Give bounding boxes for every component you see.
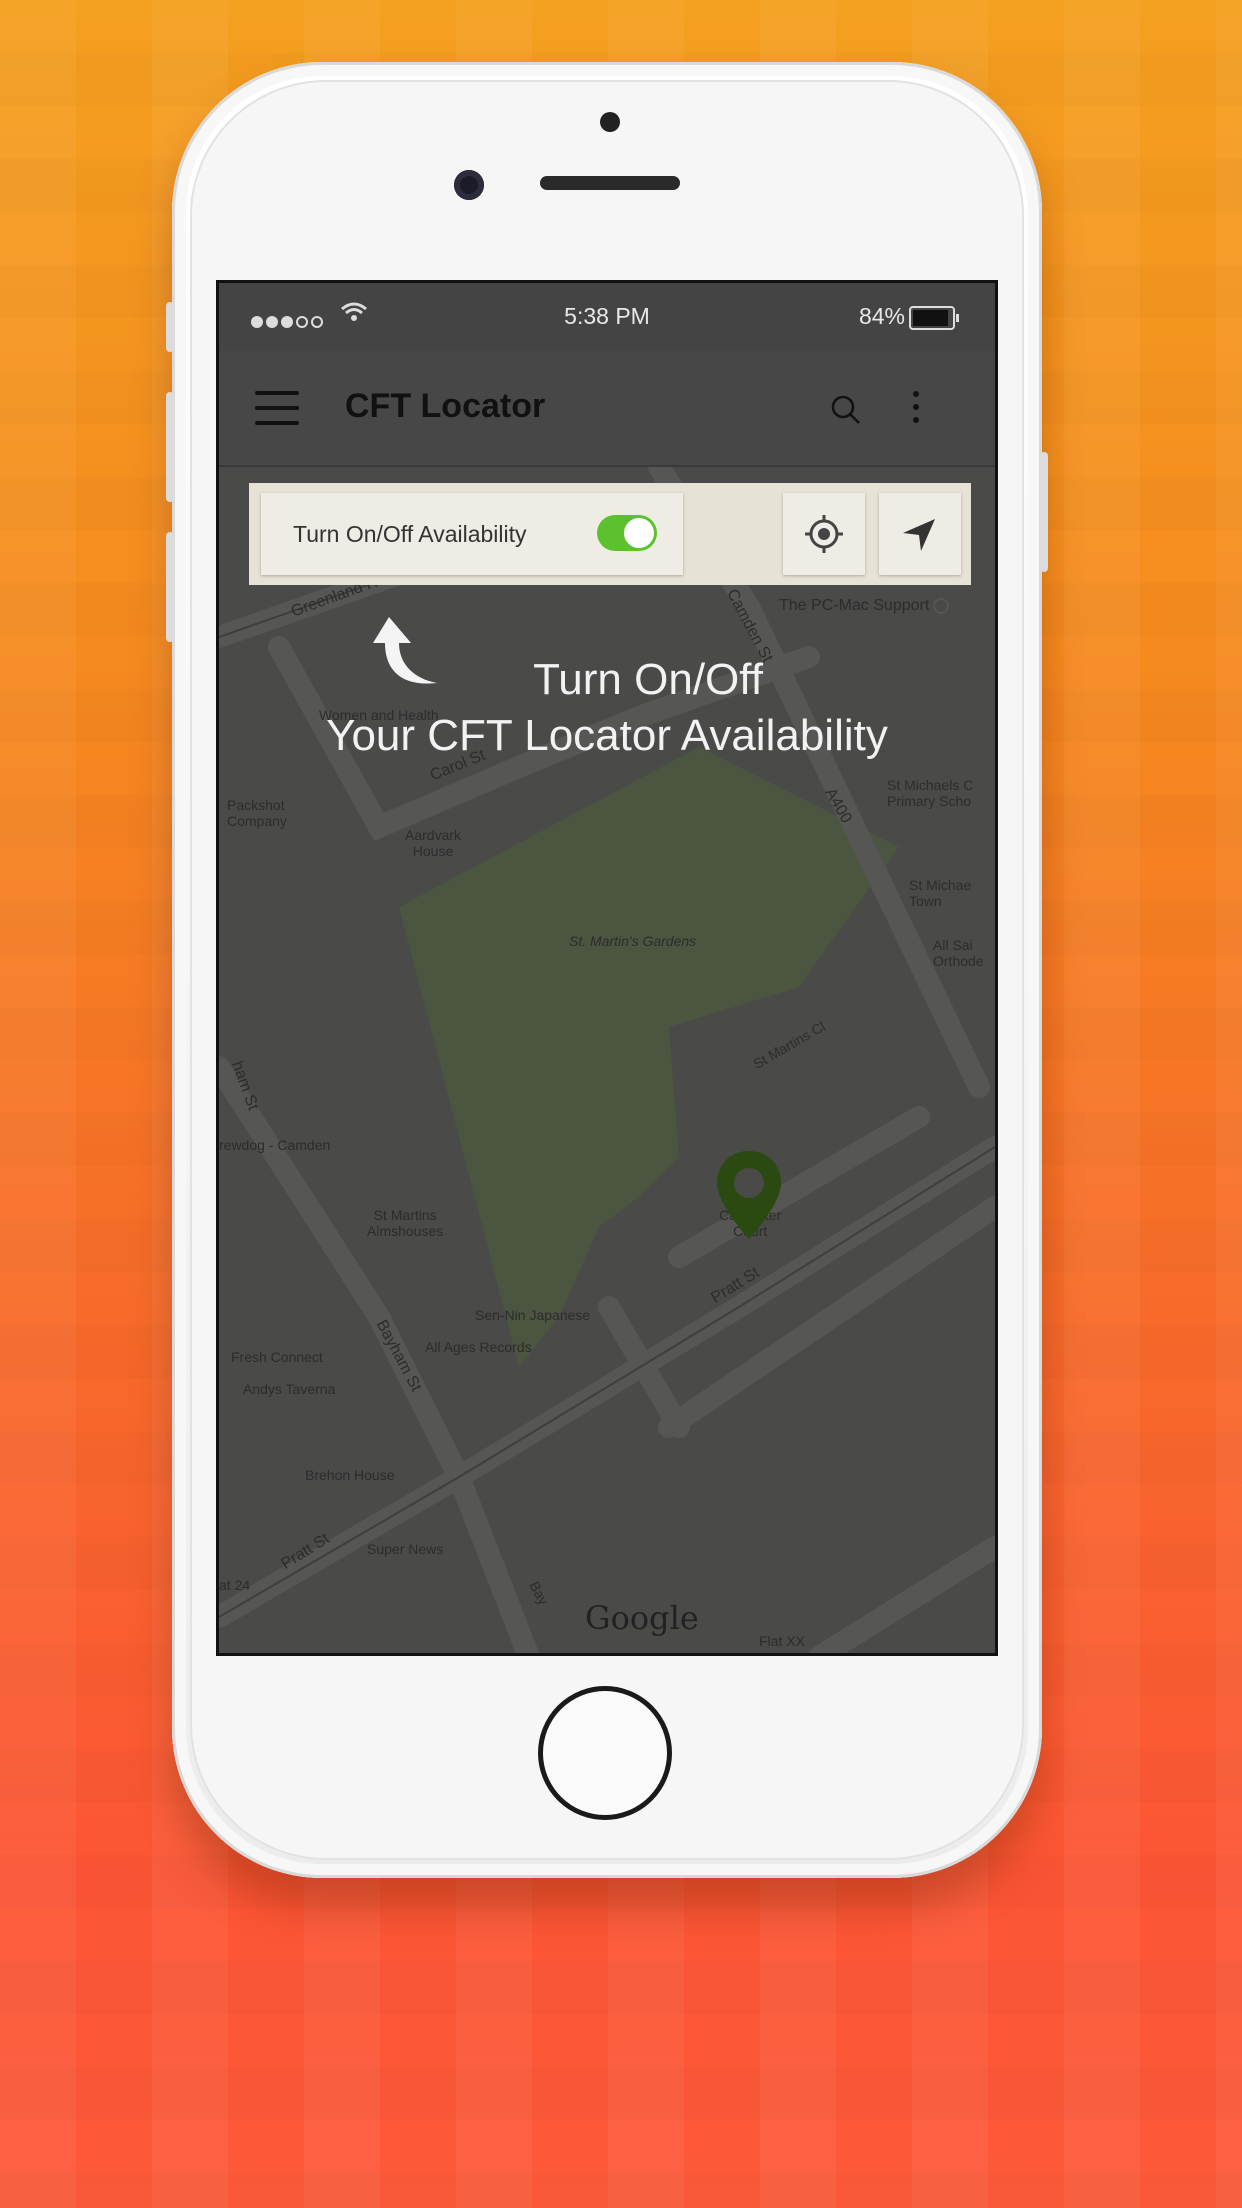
power-button xyxy=(1040,452,1048,572)
map-label-brewdog: rewdog - Camden xyxy=(219,1137,331,1153)
map-label-super-news: Super News xyxy=(367,1541,444,1557)
park-area xyxy=(399,747,899,1367)
navigation-arrow-icon xyxy=(903,519,935,551)
pc-mac-text: The PC-Mac Support xyxy=(779,597,930,614)
volume-up-button xyxy=(166,392,174,502)
battery-percent: 84% xyxy=(858,303,905,329)
proximity-sensor xyxy=(600,112,620,132)
availability-toggle[interactable] xyxy=(597,515,657,551)
google-logo: Google xyxy=(585,1599,699,1637)
shop-poi-icon xyxy=(933,597,950,614)
front-camera xyxy=(454,170,484,200)
map-label-sen-nin: Sen-Nin Japanese xyxy=(475,1307,591,1323)
navigate-button[interactable] xyxy=(879,493,961,575)
device-screen: 5:38 PM 84% CFT Locator Greenland Rd Cam… xyxy=(216,280,998,1656)
map-label-almshouses: St Martins Almshouses xyxy=(367,1207,444,1239)
map-label-aardvark: Aardvark House xyxy=(405,827,462,859)
battery-icon xyxy=(909,305,959,330)
crosshair-icon xyxy=(805,515,843,553)
map-label-st-michael-town: St Michae Town xyxy=(909,877,972,909)
map-label-andys: Andys Taverna xyxy=(243,1381,336,1397)
mute-switch xyxy=(166,302,174,352)
map-label-packshot: Packshot Company xyxy=(227,797,287,829)
earpiece-speaker xyxy=(540,176,680,190)
map-label-pc-mac: The PC-Mac Support xyxy=(779,597,950,615)
tutorial-line-1: Turn On/Off xyxy=(533,655,763,704)
availability-label: Turn On/Off Availability xyxy=(293,521,527,547)
app-title: CFT Locator xyxy=(345,387,546,425)
map-label-flat: Flat XX xyxy=(759,1633,805,1649)
tutorial-line-2: Your CFT Locator Availability xyxy=(326,711,888,760)
availability-bar: Turn On/Off Availability xyxy=(249,483,971,585)
map-label-st-michaels: St Michaels C Primary Scho xyxy=(887,777,974,809)
home-button[interactable] xyxy=(538,1686,672,1820)
volume-down-button xyxy=(166,532,174,642)
map-label-st-martins-gardens: St. Martin's Gardens xyxy=(569,933,697,949)
hamburger-menu-icon[interactable] xyxy=(255,391,299,425)
overflow-menu-icon[interactable] xyxy=(913,391,921,431)
map-label-24: at 24 xyxy=(219,1577,251,1593)
availability-card: Turn On/Off Availability xyxy=(261,493,683,575)
my-location-button[interactable] xyxy=(783,493,865,575)
app-bar: CFT Locator xyxy=(219,351,995,467)
status-bar: 5:38 PM 84% xyxy=(219,283,995,351)
battery-indicator: 84% xyxy=(858,303,959,330)
map-view[interactable]: Greenland Rd Camden St The PC-Mac Suppor… xyxy=(219,467,995,1653)
map-label-brehon: Brehon House xyxy=(305,1467,395,1483)
search-icon[interactable] xyxy=(831,395,860,424)
map-label-fresh-connect: Fresh Connect xyxy=(231,1349,323,1365)
map-label-all-saints: All Sai Orthode xyxy=(933,937,984,969)
map-label-all-ages: All Ages Records xyxy=(425,1339,532,1355)
